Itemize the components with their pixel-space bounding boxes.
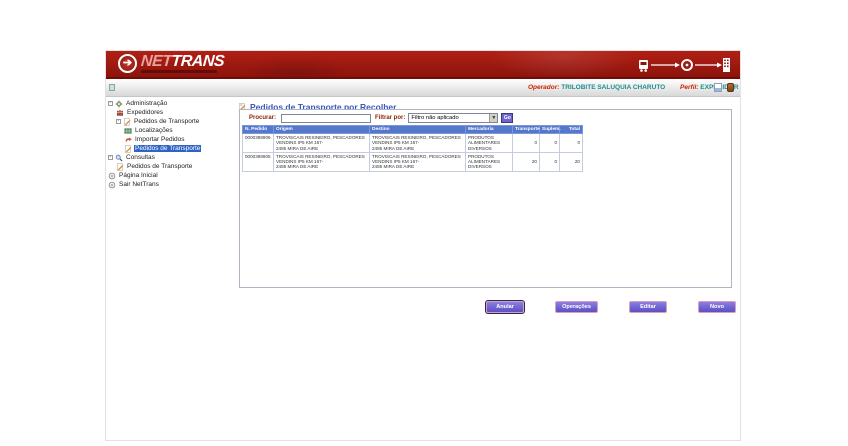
doc-pencil-icon bbox=[123, 118, 131, 126]
sidebar-item-label: Pedidos de Transporte bbox=[133, 118, 200, 125]
collapse-sidebar-icon[interactable] bbox=[109, 84, 115, 91]
sidebar-item-label: Página Inicial bbox=[118, 172, 159, 179]
tree-expander-icon[interactable]: - bbox=[116, 119, 121, 124]
sidebar-nav: -AdministraçãoExpedidores-Pedidos de Tra… bbox=[106, 97, 233, 440]
content-panel: Procurar: Filtrar por: Filtro não aplica… bbox=[239, 109, 732, 288]
sidebar-item-label: Pedidos de Transporte bbox=[134, 145, 201, 152]
logo-tagline-strip bbox=[141, 70, 217, 73]
go-button[interactable]: Go bbox=[501, 113, 513, 123]
sidebar-item-pedidos-de-transporte[interactable]: Pedidos de Transporte bbox=[106, 144, 233, 153]
table-cell: PRODUTOS ALIMENTARES DIVERSOS bbox=[466, 134, 513, 153]
search-icon bbox=[115, 154, 123, 162]
route-illustration-icon bbox=[637, 55, 732, 75]
table-cell: 0 bbox=[540, 152, 560, 171]
editar-button[interactable]: Editar bbox=[629, 301, 667, 313]
nettrans-window: ➔ NETTRANS bbox=[105, 50, 741, 441]
sidebar-item-label: Sair NetTrans bbox=[118, 181, 160, 188]
app-header: ➔ NETTRANS bbox=[106, 51, 740, 79]
filtro-select[interactable]: Filtro não aplicado ▼ bbox=[408, 113, 498, 123]
doc-pencil-icon bbox=[124, 145, 132, 153]
action-buttons: Anular Operações Editar Novo bbox=[239, 301, 736, 313]
column-header: Transporte bbox=[513, 126, 540, 134]
sidebar-item-label: Localizações bbox=[134, 127, 174, 134]
sidebar-item-label: Importar Pedidos bbox=[134, 136, 186, 143]
column-header: Mercadoria bbox=[466, 126, 513, 134]
table-row[interactable]: 0000398906TROVISCAIS RESINEIRO, PESCADOR… bbox=[243, 134, 583, 153]
table-cell: TROVISCAIS RESINEIRO, PESCADORES VENDINS… bbox=[370, 134, 466, 153]
filtro-selected-value: Filtro não aplicado bbox=[411, 115, 458, 121]
operator-bar: Operador: TRILOBITE SALUQUIA CHARUTO Per… bbox=[106, 79, 740, 97]
sidebar-item-label: Pedidos de Transporte bbox=[126, 163, 193, 170]
table-cell: TROVISCAIS RESINEIRO, PESCADORES VENDINS… bbox=[274, 152, 370, 171]
nettrans-logo: ➔ NETTRANS bbox=[118, 53, 224, 73]
table-cell: 0 bbox=[540, 134, 560, 153]
sidebar-item-importar-pedidos[interactable]: Importar Pedidos bbox=[106, 135, 233, 144]
novo-button[interactable]: Novo bbox=[698, 301, 736, 313]
table-cell: 0 bbox=[513, 134, 540, 153]
logo-arrow-icon: ➔ bbox=[118, 54, 137, 73]
column-header: Origem bbox=[274, 126, 370, 134]
sidebar-item-administracao[interactable]: - Administração bbox=[106, 99, 233, 108]
import-icon bbox=[124, 136, 132, 144]
table-cell: PRODUTOS ALIMENTARES DIVERSOS bbox=[466, 152, 513, 171]
tree-expander-icon[interactable]: - bbox=[108, 101, 113, 106]
sidebar-item-label: Administração bbox=[125, 100, 168, 107]
table-cell: 0000398906 bbox=[243, 134, 274, 153]
operador-value: TRILOBITE SALUQUIA CHARUTO bbox=[561, 84, 665, 91]
anular-button[interactable]: Anular bbox=[486, 301, 524, 313]
logo-net-text: NET bbox=[140, 53, 172, 70]
column-header: N. Pedido bbox=[243, 126, 274, 134]
doc-pencil-icon bbox=[116, 163, 124, 171]
table-cell: 20 bbox=[513, 152, 540, 171]
column-header: Suplem. bbox=[540, 126, 560, 134]
sidebar-item-sair-nettrans[interactable]: Sair NetTrans bbox=[106, 180, 233, 189]
home-globe-icon bbox=[108, 172, 116, 180]
table-header-row: N. PedidoOrigemDestinoMercadoriaTranspor… bbox=[243, 126, 583, 134]
export-document-icon[interactable] bbox=[714, 83, 722, 92]
operacoes-button[interactable]: Operações bbox=[555, 301, 598, 313]
column-header: Total bbox=[560, 126, 583, 134]
sidebar-item-label: Consultas bbox=[125, 154, 156, 161]
chevron-down-icon: ▼ bbox=[489, 114, 497, 122]
sidebar-item-label: Expedidores bbox=[126, 109, 164, 116]
table-cell: 20 bbox=[560, 152, 583, 171]
table-cell: 0000398905 bbox=[243, 152, 274, 171]
logout-icon[interactable] bbox=[727, 83, 734, 92]
table-cell: 0 bbox=[560, 134, 583, 153]
table-cell: TROVISCAIS RESINEIRO, PESCADORES VENDINS… bbox=[274, 134, 370, 153]
sidebar-item-pagina-inicial[interactable]: Página Inicial bbox=[106, 171, 233, 180]
operador-label: Operador: bbox=[528, 84, 559, 91]
logo-trans-text: TRANS bbox=[171, 53, 225, 70]
procurar-input[interactable] bbox=[281, 114, 371, 123]
tree-expander-icon[interactable]: - bbox=[108, 155, 113, 160]
logo-text: NETTRANS bbox=[140, 53, 224, 70]
admin-gear-icon bbox=[115, 100, 123, 108]
procurar-label: Procurar: bbox=[249, 115, 276, 121]
people-icon bbox=[116, 109, 124, 117]
filtrar-por-label: Filtrar por: bbox=[375, 115, 405, 121]
sidebar-item-pedidos-de-transporte[interactable]: - Pedidos de Transporte bbox=[106, 117, 233, 126]
sidebar-item-localizacoes[interactable]: Localizações bbox=[106, 126, 233, 135]
sidebar-item-pedidos-de-transporte[interactable]: Pedidos de Transporte bbox=[106, 162, 233, 171]
orders-table: N. PedidoOrigemDestinoMercadoriaTranspor… bbox=[242, 125, 583, 172]
sidebar-item-expedidores[interactable]: Expedidores bbox=[106, 108, 233, 117]
table-cell: TROVISCAIS RESINEIRO, PESCADORES VENDINS… bbox=[370, 152, 466, 171]
sidebar-item-consultas[interactable]: - Consultas bbox=[106, 153, 233, 162]
perfil-label: Perfil: bbox=[680, 84, 698, 91]
main-content: Pedidos de Transporte por Recolher Procu… bbox=[233, 97, 740, 440]
map-icon bbox=[124, 127, 132, 135]
table-row[interactable]: 0000398905TROVISCAIS RESINEIRO, PESCADOR… bbox=[243, 152, 583, 171]
column-header: Destino bbox=[370, 126, 466, 134]
exit-icon bbox=[108, 181, 116, 189]
